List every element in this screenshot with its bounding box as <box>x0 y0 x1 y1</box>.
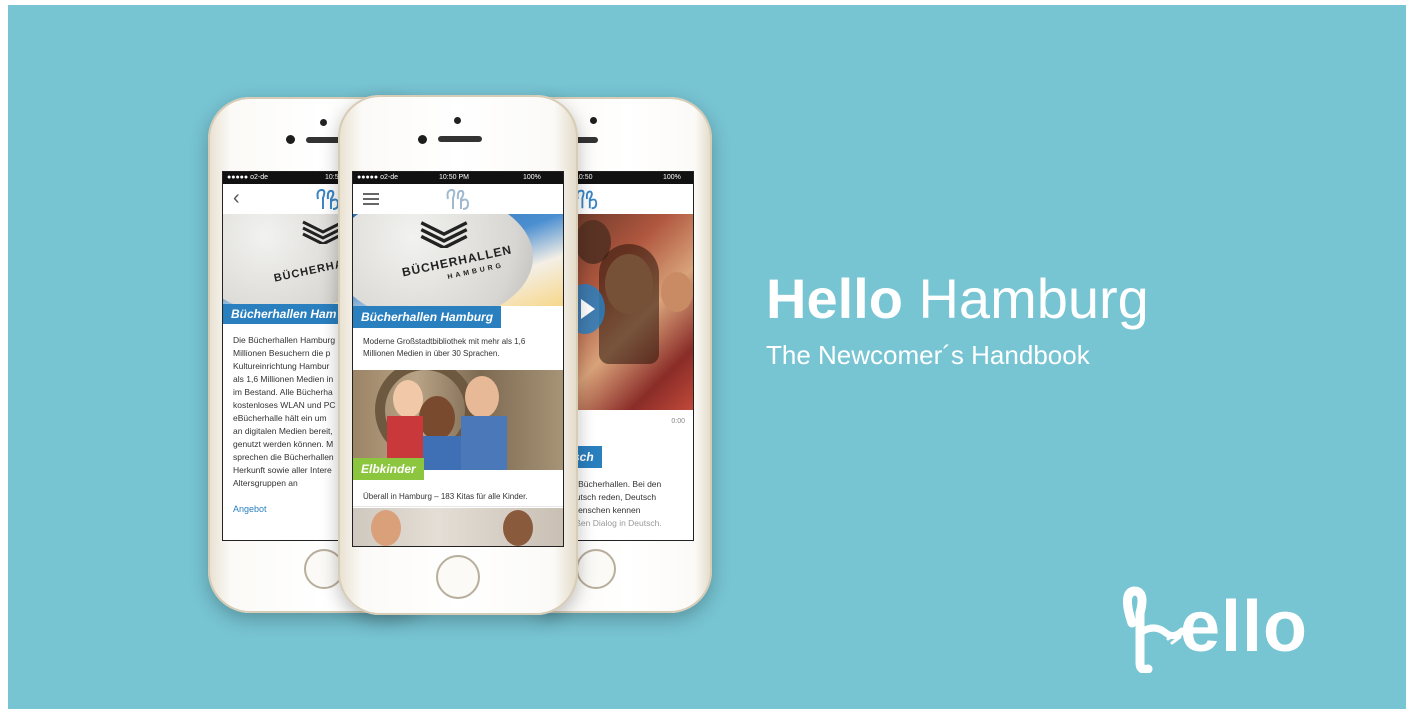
body-line: Millionen Medien in über 30 Sprachen. <box>363 349 500 358</box>
person-face <box>661 272 693 312</box>
person-face <box>371 510 401 546</box>
home-button[interactable] <box>436 555 480 599</box>
hh-logo-icon <box>576 189 598 210</box>
hh-logo-icon <box>446 188 470 210</box>
child-face <box>419 396 455 440</box>
page-subtitle: The Newcomer´s Handbook <box>766 340 1090 370</box>
hello-logo: ello <box>1118 575 1378 675</box>
hero-banner: ●●●●● o2-de 10:50 ‹ BÜCHERHALLEN Bücherh… <box>8 5 1406 709</box>
hamburger-menu-icon[interactable] <box>363 193 379 205</box>
child-shirt <box>461 416 507 470</box>
bucherhallen-hero-image[interactable]: BÜCHERHALLEN HAMBURG <box>353 214 563 306</box>
home-button[interactable] <box>576 549 616 589</box>
title-rest: Hamburg <box>902 267 1149 330</box>
card-body-text: Überall in Hamburg – 183 Kitas für alle … <box>363 492 528 501</box>
body-line: eßen Dialog in Deutsch. <box>571 518 662 528</box>
front-camera <box>454 117 461 124</box>
center-phone-screen: ●●●●● o2-de 10:50 PM 100% BÜCHERHALLEN H… <box>352 171 564 547</box>
divider <box>353 506 563 507</box>
front-sensor <box>590 117 597 124</box>
library-logo-icon <box>420 221 468 248</box>
battery-label: 100% <box>663 174 681 181</box>
children-photo[interactable] <box>353 370 563 470</box>
angebot-link[interactable]: Angebot <box>233 504 267 514</box>
carrier-label: ●●●●● o2-de <box>357 174 398 181</box>
person-hair <box>599 244 659 364</box>
earpiece-speaker <box>438 136 482 142</box>
card-tag-bucherhallen[interactable]: Bücherhallen Hamburg <box>353 306 502 328</box>
status-bar: ●●●●● o2-de 10:50 PM 100% <box>353 172 563 184</box>
card-tag-elbkinder[interactable]: Elbkinder <box>353 458 424 480</box>
body-line: Menschen kennen <box>571 505 641 515</box>
person-face <box>503 510 533 546</box>
right-phone-screen: 10:50 100% 0:00 sch n Bücherhallen. Bei … <box>570 171 694 541</box>
center-phone: ●●●●● o2-de 10:50 PM 100% BÜCHERHALLEN H… <box>338 95 578 615</box>
body-line: eutsch reden, Deutsch <box>571 492 657 502</box>
page-title: Hello Hamburg <box>766 267 1149 331</box>
child-face <box>465 376 499 418</box>
body-line: n Bücherhallen. Bei den <box>571 479 662 489</box>
status-bar: 10:50 100% <box>571 172 693 184</box>
people-video-thumbnail[interactable] <box>571 214 693 410</box>
card-body-text: Moderne Großstadtbibliothek mit mehr als… <box>363 336 563 360</box>
body-line: Moderne Großstadtbibliothek mit mehr als… <box>363 337 526 346</box>
video-duration: 0:00 <box>671 418 685 425</box>
time-label: 10:50 PM <box>439 174 469 181</box>
next-card-photo[interactable] <box>353 508 563 546</box>
battery-label: 100% <box>523 174 541 181</box>
front-camera <box>320 119 327 126</box>
logo-wordmark: ello <box>1180 587 1309 667</box>
card-tag[interactable]: Bücherhallen Ham <box>223 304 345 324</box>
app-bar <box>571 184 693 215</box>
back-icon[interactable]: ‹ <box>233 188 240 208</box>
title-bold: Hello <box>766 267 903 330</box>
card-body-text: n Bücherhallen. Bei den eutsch reden, De… <box>571 478 693 530</box>
front-sensor <box>286 135 295 144</box>
app-bar <box>353 184 563 215</box>
carrier-label: ●●●●● o2-de <box>227 174 268 181</box>
front-sensor <box>418 135 427 144</box>
